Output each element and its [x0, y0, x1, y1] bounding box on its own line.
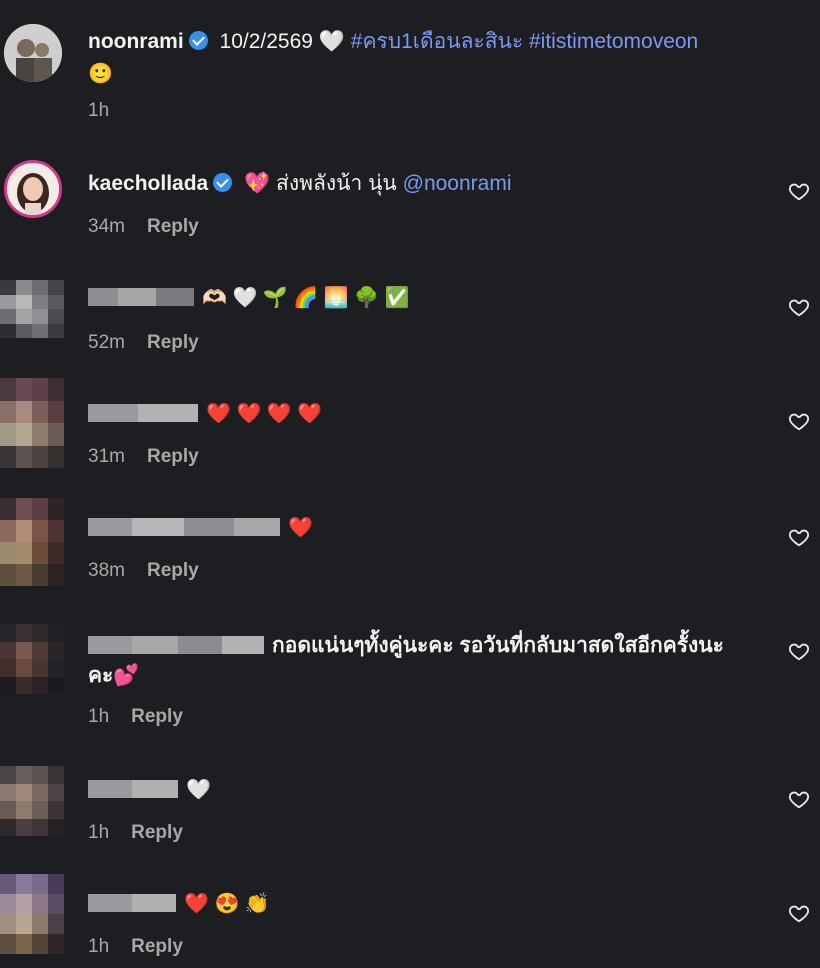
comment-item: กอดแน่นๆทั้งคู่นะคะ รอวันที่กลับมาสดใสอี… [0, 604, 820, 734]
comment-item: 🫶🏻 🤍 🌱 🌈 🌅 🌳 ✅ 52m Reply [0, 266, 820, 366]
avatar[interactable] [4, 24, 62, 82]
comment-text: 🤍 [186, 779, 211, 801]
heart-outline-icon[interactable] [788, 640, 810, 662]
comment-item: ❤️ 😍 👏 1h Reply [0, 866, 820, 968]
username[interactable] [88, 286, 194, 306]
heart-outline-icon[interactable] [788, 902, 810, 924]
comment-time: 1h [88, 936, 110, 957]
caption-emoji: 🙂 [88, 63, 113, 85]
post-caption: noonrami 10/2/2569 🤍 #ครบ1เดือนละสินะ #i… [0, 20, 820, 130]
reply-button[interactable]: Reply [131, 706, 183, 727]
comment-time: 1h [88, 822, 110, 843]
comment-item: 🤍 1h Reply [0, 752, 820, 852]
comment-text: ❤️ 😍 👏 [184, 893, 270, 915]
heart-outline-icon[interactable] [788, 526, 810, 548]
heart-outline-icon[interactable] [788, 180, 810, 202]
comment-item: kaechollada 💖 ส่งพลังน้า นุ่น @noonrami … [0, 158, 820, 248]
comment-time: 38m [88, 560, 125, 581]
comment-time: 34m [88, 216, 125, 237]
avatar[interactable] [0, 280, 64, 338]
username[interactable] [88, 516, 280, 536]
comment-text-continued: คะ💕 [88, 664, 140, 687]
reply-button[interactable]: Reply [147, 332, 199, 353]
reply-button[interactable]: Reply [147, 560, 199, 581]
reply-button[interactable]: Reply [131, 936, 183, 957]
username[interactable] [88, 402, 198, 422]
verified-badge-icon [213, 173, 233, 192]
avatar[interactable] [4, 160, 62, 218]
comment-text: กอดแน่นๆทั้งคู่นะคะ รอวันที่กลับมาสดใสอี… [272, 634, 724, 657]
post-time: 1h [88, 100, 110, 121]
avatar[interactable] [0, 766, 64, 836]
reply-button[interactable]: Reply [147, 446, 199, 467]
comment-time: 1h [88, 706, 110, 727]
verified-badge-icon [188, 31, 208, 50]
username[interactable] [88, 778, 178, 798]
comment-text: ❤️ ❤️ ❤️ ❤️ [206, 403, 323, 425]
username[interactable]: noonrami [88, 30, 184, 53]
avatar[interactable] [0, 378, 64, 468]
username[interactable]: kaechollada [88, 172, 208, 195]
comment-text: 💖 ส่งพลังน้า นุ่น [244, 172, 403, 195]
hashtags[interactable]: #ครบ1เดือนละสินะ #itistimetomoveon [351, 30, 698, 53]
avatar[interactable] [0, 498, 64, 586]
caption-text: 10/2/2569 🤍 [219, 30, 345, 53]
avatar[interactable] [0, 624, 64, 694]
comment-text: 🫶🏻 🤍 🌱 🌈 🌅 🌳 ✅ [202, 287, 410, 309]
username[interactable] [88, 892, 176, 912]
username[interactable] [88, 634, 264, 654]
heart-outline-icon[interactable] [788, 296, 810, 318]
avatar[interactable] [0, 874, 64, 954]
heart-outline-icon[interactable] [788, 788, 810, 810]
mention-link[interactable]: @noonrami [403, 172, 512, 195]
heart-outline-icon[interactable] [788, 410, 810, 432]
comment-text: ❤️ [288, 517, 313, 539]
comment-item: ❤️ 38m Reply [0, 490, 820, 590]
comment-time: 31m [88, 446, 125, 467]
reply-button[interactable]: Reply [131, 822, 183, 843]
comment-time: 52m [88, 332, 125, 353]
comment-item: ❤️ ❤️ ❤️ ❤️ 31m Reply [0, 378, 820, 478]
reply-button[interactable]: Reply [147, 216, 199, 237]
